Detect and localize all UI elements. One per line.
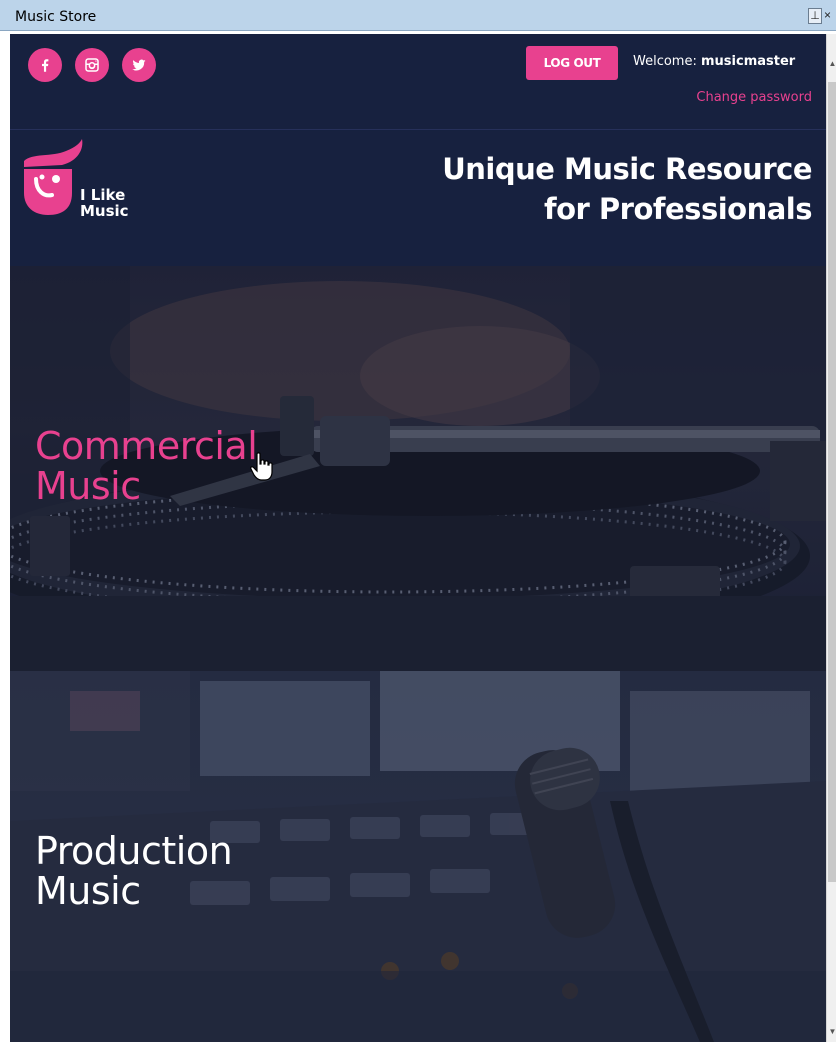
scroll-up-icon[interactable]: ▲ bbox=[828, 58, 836, 70]
commercial-music-panel[interactable]: Commercial Music bbox=[10, 266, 826, 671]
tagline: Unique Music Resource for Professionals bbox=[442, 149, 812, 229]
tagline-line1: Unique Music Resource bbox=[442, 152, 812, 186]
change-password-link[interactable]: Change password bbox=[696, 90, 812, 105]
close-icon[interactable]: × bbox=[824, 8, 836, 24]
welcome-prefix: Welcome: bbox=[633, 54, 697, 69]
facebook-icon[interactable] bbox=[28, 48, 62, 82]
tagline-line2: for Professionals bbox=[543, 192, 813, 226]
page-viewport: LOG OUT Welcome: musicmaster Change pass… bbox=[10, 34, 826, 1042]
hand-cursor-icon bbox=[250, 452, 273, 481]
window-title: Music Store bbox=[15, 9, 97, 25]
pin-icon[interactable]: ⊥ bbox=[808, 8, 822, 24]
site-logo[interactable]: I Like Music bbox=[22, 139, 132, 219]
commercial-music-title[interactable]: Commercial Music bbox=[35, 424, 258, 508]
window-titlebar[interactable]: Music Store ⊥ × bbox=[0, 0, 836, 31]
logo-text-line2: Music bbox=[80, 202, 129, 220]
logout-button[interactable]: LOG OUT bbox=[526, 46, 618, 80]
site-header: I Like Music Unique Music Resource for P… bbox=[10, 131, 826, 266]
logo-text-line1: I Like bbox=[80, 186, 126, 204]
vertical-scrollbar[interactable]: ▲ ▼ bbox=[826, 34, 836, 1042]
production-music-panel[interactable]: Production Music bbox=[10, 671, 826, 1042]
top-bar: LOG OUT Welcome: musicmaster Change pass… bbox=[10, 34, 826, 130]
commercial-title-line2: Music bbox=[35, 464, 141, 508]
username: musicmaster bbox=[701, 54, 796, 69]
production-title-line1: Production bbox=[35, 829, 233, 873]
production-music-title[interactable]: Production Music bbox=[35, 829, 233, 913]
scrollbar-thumb[interactable] bbox=[828, 82, 836, 882]
app-window: Music Store ⊥ × LOG OUT Welcome: musicma… bbox=[0, 0, 836, 1042]
instagram-icon[interactable] bbox=[75, 48, 109, 82]
production-title-line2: Music bbox=[35, 869, 141, 913]
logo-text: I Like Music bbox=[80, 187, 129, 219]
scroll-down-icon[interactable]: ▼ bbox=[828, 1026, 836, 1038]
commercial-title-line1: Commercial bbox=[35, 424, 258, 468]
welcome-message: Welcome: musicmaster bbox=[633, 54, 795, 69]
twitter-icon[interactable] bbox=[122, 48, 156, 82]
